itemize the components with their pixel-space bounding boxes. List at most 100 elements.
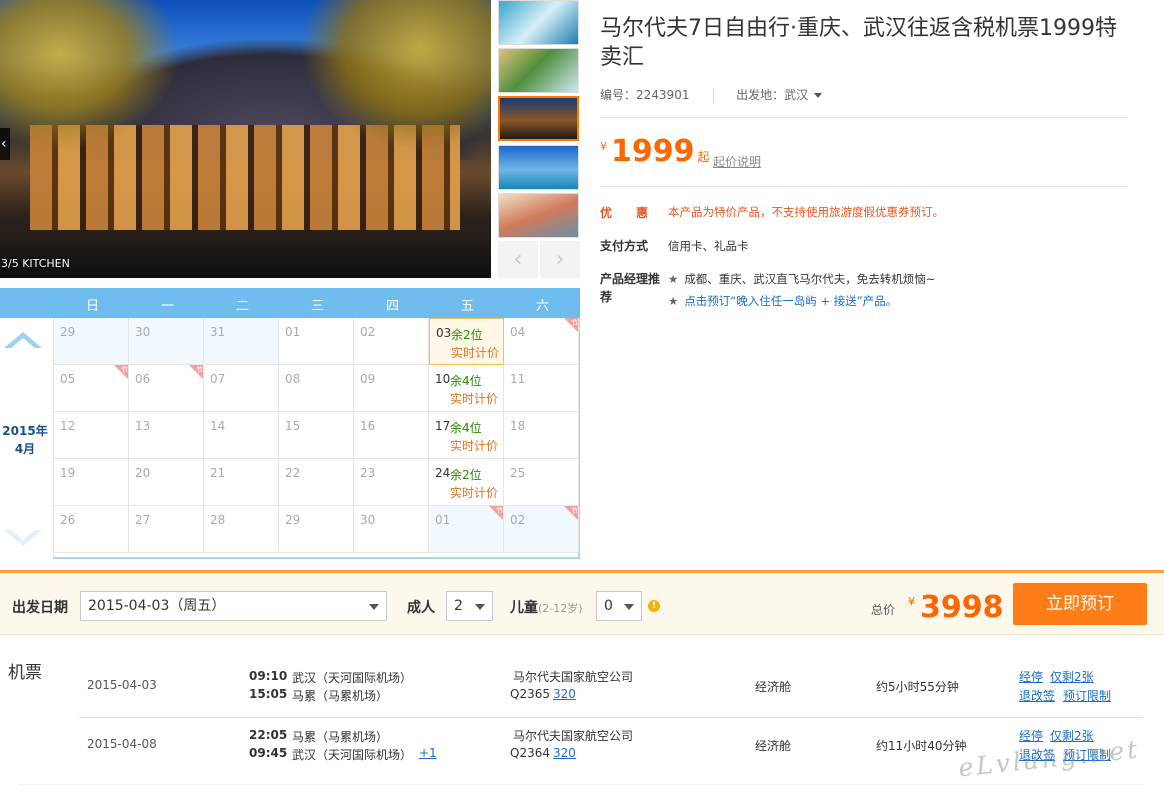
calendar-day: 22 bbox=[279, 459, 354, 506]
holiday-mark: 节 bbox=[121, 366, 128, 374]
divider bbox=[600, 186, 1128, 187]
day-number: 20 bbox=[135, 466, 151, 480]
thumbnail[interactable] bbox=[498, 48, 579, 93]
adult-count-select[interactable]: 2 bbox=[446, 591, 493, 621]
calendar-side: 2015年 4月 bbox=[0, 318, 53, 559]
chevron-up-icon[interactable] bbox=[4, 332, 42, 349]
calendar-day: 13 bbox=[129, 412, 204, 459]
total-currency: ¥ bbox=[908, 595, 915, 608]
calendar-month: 2015年 4月 bbox=[0, 422, 50, 458]
day-number: 25 bbox=[510, 466, 526, 480]
seats-left-link[interactable]: 仅剩2张 bbox=[1050, 668, 1094, 685]
book-now-button[interactable]: 立即预订 bbox=[1013, 583, 1147, 625]
recommend-item[interactable]: ★ 点击预订“晚入住任一岛屿 + 接送”产品。 bbox=[668, 293, 897, 309]
day-number: 26 bbox=[60, 513, 76, 527]
thumbnail[interactable] bbox=[498, 193, 579, 238]
day-number: 11 bbox=[510, 372, 526, 386]
calendar-day: 15 bbox=[279, 412, 354, 459]
holiday-badge: 节 bbox=[489, 506, 503, 520]
chevron-left-icon[interactable]: ‹ bbox=[498, 241, 538, 278]
calendar-day: 05 节 bbox=[54, 365, 129, 412]
calendar-day: 09 bbox=[354, 365, 429, 412]
departure-date-value: 2015-04-03（周五） bbox=[88, 598, 226, 614]
departure-calendar: 日一二三四五六 2015年 4月 29 30 31 01 02 03 余2位 实时计价 04 节 05… bbox=[0, 288, 580, 559]
day-number: 28 bbox=[210, 513, 226, 527]
calendar-month-label: 4月 bbox=[14, 442, 36, 456]
chevron-right-icon[interactable]: › bbox=[540, 241, 580, 278]
day-number: 01 bbox=[285, 325, 301, 339]
adult-label: 成人 bbox=[407, 600, 435, 616]
day-number: 01 bbox=[435, 513, 451, 527]
stopover-link[interactable]: 经停 bbox=[1019, 668, 1043, 685]
departure-date-select[interactable]: 2015-04-03（周五） bbox=[80, 591, 387, 621]
day-price: 实时计价 bbox=[450, 439, 499, 453]
calendar-day: 28 bbox=[204, 506, 279, 553]
calendar-day: 25 bbox=[504, 459, 579, 506]
next-day-link[interactable]: +1 bbox=[419, 746, 437, 760]
holiday-badge: 节 bbox=[189, 365, 203, 379]
airline-name: 马尔代夫国家航空公司 bbox=[513, 670, 634, 684]
stopover-link[interactable]: 经停 bbox=[1019, 727, 1043, 744]
arrival-airport: 马累（马累机场） bbox=[292, 689, 389, 703]
flight-duration: 约11小时40分钟 bbox=[876, 739, 967, 753]
child-age-hint: (2-12岁) bbox=[538, 602, 583, 615]
flight-duration: 约5小时55分钟 bbox=[876, 680, 959, 694]
star-icon: ★ bbox=[668, 272, 679, 286]
calendar-day: 27 bbox=[129, 506, 204, 553]
calendar-day: 07 bbox=[204, 365, 279, 412]
calendar-day: 08 bbox=[279, 365, 354, 412]
child-label: 儿童(2-12岁) bbox=[510, 597, 583, 617]
flight-date: 2015-04-08 bbox=[87, 737, 157, 751]
day-number: 07 bbox=[210, 372, 226, 386]
day-number: 31 bbox=[210, 325, 226, 339]
total-price: 3998 bbox=[920, 590, 1004, 625]
warning-icon[interactable]: ! bbox=[648, 600, 660, 612]
thumbnail[interactable] bbox=[498, 145, 579, 190]
chevron-down-icon bbox=[369, 604, 379, 610]
calendar-day: 02 节 bbox=[504, 506, 579, 553]
price-explanation-link[interactable]: 起价说明 bbox=[713, 153, 761, 170]
day-number: 14 bbox=[210, 419, 226, 433]
weekday-label: 六 bbox=[535, 299, 549, 314]
refund-change-link[interactable]: 退改签 bbox=[1019, 687, 1055, 704]
seats-left: 余2位 bbox=[450, 468, 482, 482]
date-label: 出发日期 bbox=[12, 600, 68, 616]
booking-restriction-link[interactable]: 预订限制 bbox=[1063, 687, 1111, 704]
arrival-time: 09:45 bbox=[249, 746, 288, 760]
calendar-day: 16 bbox=[354, 412, 429, 459]
calendar-day: 11 bbox=[504, 365, 579, 412]
departure-select[interactable]: 武汉 bbox=[784, 88, 808, 102]
calendar-day-available[interactable]: 03 余2位 实时计价 bbox=[429, 318, 504, 365]
calendar-day: 19 bbox=[54, 459, 129, 506]
recommend-text: 成都、重庆、武汉直飞马尔代夫，免去转机烦恼~ bbox=[684, 272, 936, 286]
chevron-down-icon[interactable] bbox=[814, 93, 823, 98]
day-price: 实时计价 bbox=[450, 392, 499, 406]
departure-time: 22:05 bbox=[249, 728, 288, 742]
day-number: 15 bbox=[285, 419, 301, 433]
manager-recommend-label: 产品经理推荐 bbox=[600, 272, 661, 304]
chevron-down-icon[interactable] bbox=[4, 529, 42, 546]
adult-count-value: 2 bbox=[454, 598, 463, 614]
calendar-day-available[interactable]: 17 余4位 实时计价 bbox=[429, 412, 504, 459]
child-count-select[interactable]: 0 bbox=[596, 591, 642, 621]
departure-airport: 马累（马累机场） bbox=[292, 730, 389, 744]
aircraft-model-link[interactable]: 320 bbox=[553, 687, 576, 701]
chevron-left-icon[interactable]: ‹ bbox=[0, 128, 10, 160]
calendar-day-available[interactable]: 24 余2位 实时计价 bbox=[429, 459, 504, 506]
calendar-weekday-header: 日一二三四五六 bbox=[0, 288, 580, 323]
day-number: 29 bbox=[285, 513, 301, 527]
recommend-link[interactable]: 点击预订“晚入住任一岛屿 + 接送”产品。 bbox=[684, 294, 897, 308]
holiday-mark: 节 bbox=[496, 507, 503, 515]
calendar-day-available[interactable]: 10 余4位 实时计价 bbox=[429, 365, 504, 412]
day-number: 06 bbox=[135, 372, 151, 386]
weekday-label: 日 bbox=[85, 299, 99, 314]
weekday-label: 三 bbox=[310, 299, 324, 314]
thumbnail[interactable] bbox=[498, 0, 579, 45]
day-number: 22 bbox=[285, 466, 301, 480]
chevron-down-icon bbox=[624, 604, 634, 610]
holiday-badge: 节 bbox=[564, 506, 578, 520]
thumbnail-active[interactable] bbox=[498, 96, 579, 141]
product-meta: 编号：2243901 出发地：武汉 bbox=[600, 86, 823, 104]
aircraft-model-link[interactable]: 320 bbox=[553, 746, 576, 760]
day-price: 实时计价 bbox=[450, 486, 499, 500]
